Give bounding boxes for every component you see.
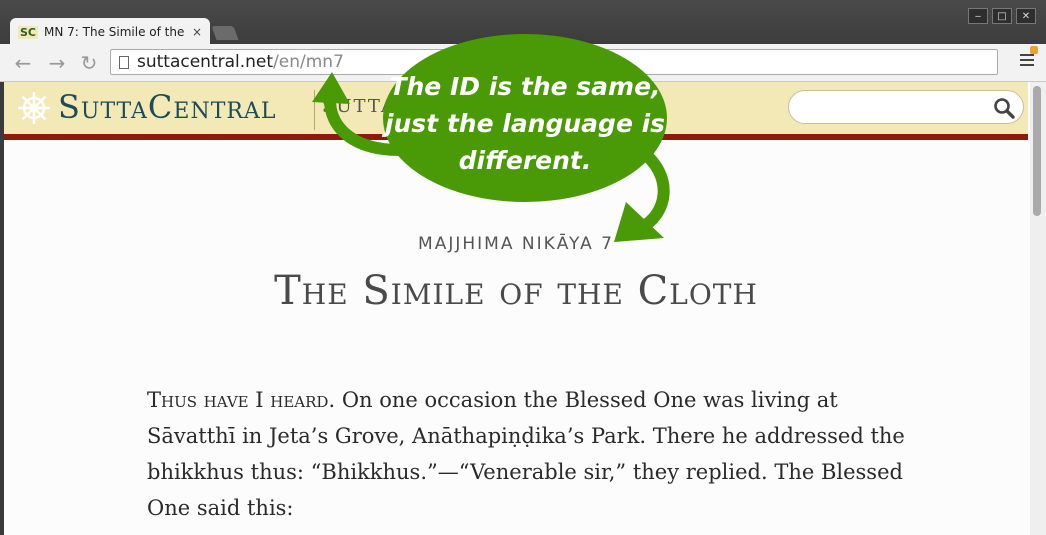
new-tab-button[interactable] xyxy=(211,26,239,40)
search-input[interactable] xyxy=(788,90,1024,124)
opening-phrase: Thus have I heard. xyxy=(147,388,336,412)
division-heading: MAJJHIMA NIKĀYA 7 xyxy=(418,234,614,254)
nav-divider xyxy=(314,90,315,130)
scrollbar[interactable] xyxy=(1030,82,1046,535)
search-icon[interactable] xyxy=(993,97,1015,119)
tab-close-icon[interactable]: × xyxy=(192,25,202,39)
maximize-button[interactable]: □ xyxy=(992,8,1012,24)
close-window-button[interactable]: ✕ xyxy=(1016,8,1036,24)
tab-title: MN 7: The Simile of the Cl xyxy=(44,25,188,39)
minimize-button[interactable]: ‒ xyxy=(968,8,988,24)
reload-icon[interactable]: ↻ xyxy=(78,52,100,74)
favicon-icon: SC xyxy=(18,25,38,39)
tab-active[interactable]: SC MN 7: The Simile of the Cl × xyxy=(10,18,210,46)
window-controls: ‒ □ ✕ xyxy=(968,8,1036,24)
dharma-wheel-icon[interactable] xyxy=(16,90,52,126)
forward-arrow-icon[interactable]: → xyxy=(46,52,68,74)
update-badge-icon xyxy=(1030,46,1038,54)
page-icon xyxy=(119,55,129,69)
menu-icon[interactable] xyxy=(1020,54,1034,69)
site-logo[interactable]: SuttaCentral xyxy=(58,88,276,126)
scroll-thumb[interactable] xyxy=(1033,86,1041,216)
annotation-text: The ID is the same, just the language is… xyxy=(384,72,666,175)
sutta-paragraph: Thus have I heard. On one occasion the B… xyxy=(147,382,907,526)
url-path: /en/mn7 xyxy=(273,52,344,72)
page-title: The Simile of the Cloth xyxy=(274,268,758,314)
url-host: suttacentral.net xyxy=(137,52,274,72)
back-arrow-icon[interactable]: ← xyxy=(12,52,34,74)
